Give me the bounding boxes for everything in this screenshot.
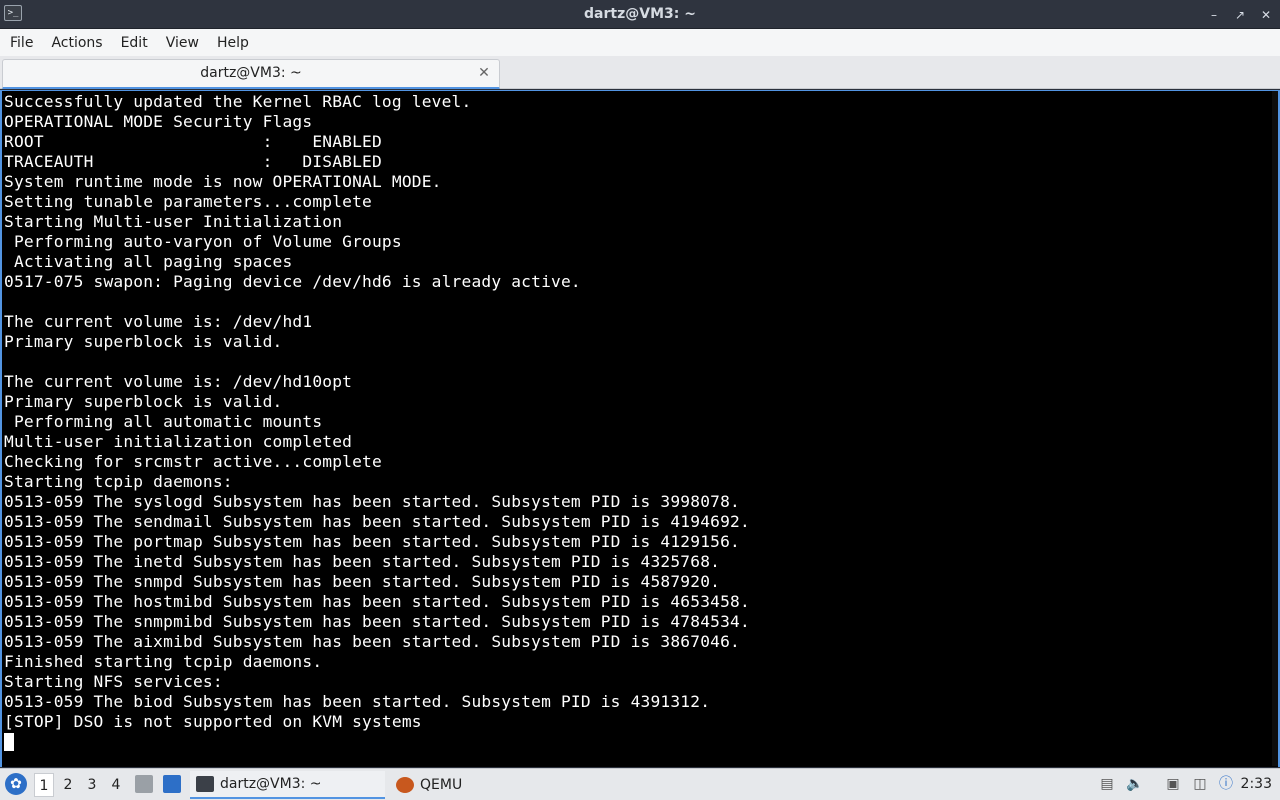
- terminal-line: TRACEAUTH : DISABLED: [4, 152, 382, 171]
- terminal-cursor: [4, 733, 14, 751]
- files-icon[interactable]: ▣: [1164, 774, 1182, 794]
- terminal-line: Performing auto-varyon of Volume Groups: [4, 232, 402, 251]
- workspace-1[interactable]: 1: [34, 773, 54, 797]
- terminal-line: Setting tunable parameters...complete: [4, 192, 372, 211]
- terminal-line: 0513-059 The portmap Subsystem has been …: [4, 532, 740, 551]
- terminal-line: OPERATIONAL MODE Security Flags: [4, 112, 313, 131]
- minimize-icon[interactable]: –: [1208, 9, 1220, 21]
- tab-close-icon[interactable]: ✕: [477, 66, 491, 80]
- terminal-line: Successfully updated the Kernel RBAC log…: [4, 92, 472, 111]
- show-desktop-icon[interactable]: [163, 775, 181, 793]
- terminal-line: 0513-059 The snmpd Subsystem has been st…: [4, 572, 721, 591]
- menu-help[interactable]: Help: [217, 35, 258, 51]
- menubar: File Actions Edit View Help: [0, 29, 1280, 56]
- task-terminal[interactable]: dartz@VM3: ~: [190, 771, 385, 799]
- terminal-line: The current volume is: /dev/hd1: [4, 312, 313, 331]
- terminal-line: Performing all automatic mounts: [4, 412, 323, 431]
- terminal-line: 0513-059 The inetd Subsystem has been st…: [4, 552, 721, 571]
- notification-icon[interactable]: ⓘ: [1217, 774, 1235, 794]
- task-terminal-label: dartz@VM3: ~: [220, 776, 322, 792]
- tab-terminal[interactable]: dartz@VM3: ~ ✕: [2, 59, 500, 89]
- terminal-line: 0513-059 The hostmibd Subsystem has been…: [4, 592, 750, 611]
- file-manager-icon[interactable]: [135, 775, 153, 793]
- terminal-line: System runtime mode is now OPERATIONAL M…: [4, 172, 442, 191]
- terminal-line: 0517-075 swapon: Paging device /dev/hd6 …: [4, 272, 581, 291]
- tab-bar: dartz@VM3: ~ ✕: [0, 56, 1280, 89]
- terminal-output[interactable]: Successfully updated the Kernel RBAC log…: [0, 90, 1280, 767]
- terminal-line: 0513-059 The biod Subsystem has been sta…: [4, 692, 711, 711]
- window-title: dartz@VM3: ~: [584, 6, 696, 22]
- taskbar: ✿ 1 2 3 4 dartz@VM3: ~ QEMU ▤ 🔈 ▣ ◫ ⓘ 2:…: [0, 768, 1280, 800]
- terminal-line: Activating all paging spaces: [4, 252, 293, 271]
- window-titlebar[interactable]: >_ dartz@VM3: ~ – ↗ ✕: [0, 0, 1280, 29]
- start-menu-icon[interactable]: ✿: [5, 773, 27, 795]
- terminal-line: Checking for srcmstr active...complete: [4, 452, 382, 471]
- menu-file[interactable]: File: [10, 35, 42, 51]
- terminal-line: 0513-059 The snmpmibd Subsystem has been…: [4, 612, 750, 631]
- terminal-line: ROOT : ENABLED: [4, 132, 382, 151]
- menu-actions[interactable]: Actions: [51, 35, 111, 51]
- terminal-line: Starting NFS services:: [4, 672, 223, 691]
- terminal-line: 0513-059 The sendmail Subsystem has been…: [4, 512, 750, 531]
- workspace-4[interactable]: 4: [106, 773, 126, 797]
- volume-icon[interactable]: 🔈: [1126, 774, 1144, 794]
- tab-label: dartz@VM3: ~: [200, 65, 302, 81]
- menu-view[interactable]: View: [166, 35, 208, 51]
- close-window-icon[interactable]: ✕: [1260, 9, 1272, 21]
- terminal-line: 0513-059 The syslogd Subsystem has been …: [4, 492, 740, 511]
- terminal-line: 0513-059 The aixmibd Subsystem has been …: [4, 632, 740, 651]
- task-qemu[interactable]: QEMU: [390, 771, 570, 799]
- terminal-line: Starting Multi-user Initialization: [4, 212, 343, 231]
- terminal-line: Multi-user initialization completed: [4, 432, 353, 451]
- terminal-text: Successfully updated the Kernel RBAC log…: [4, 92, 1264, 732]
- clock[interactable]: 2:33: [1241, 769, 1272, 800]
- maximize-icon[interactable]: ↗: [1234, 9, 1246, 21]
- terminal-line: The current volume is: /dev/hd10opt: [4, 372, 353, 391]
- terminal-icon: [196, 776, 214, 792]
- qemu-icon: [396, 777, 414, 793]
- terminal-line: Primary superblock is valid.: [4, 332, 283, 351]
- terminal-line: Primary superblock is valid.: [4, 392, 283, 411]
- terminal-line: Finished starting tcpip daemons.: [4, 652, 323, 671]
- task-qemu-label: QEMU: [420, 777, 463, 793]
- clipboard-icon[interactable]: ▤: [1098, 774, 1116, 794]
- terminal-line: [STOP] DSO is not supported on KVM syste…: [4, 712, 422, 731]
- workspace-2[interactable]: 2: [58, 773, 78, 797]
- terminal-line: Starting tcpip daemons:: [4, 472, 233, 491]
- network-icon[interactable]: ◫: [1191, 774, 1209, 794]
- workspace-3[interactable]: 3: [82, 773, 102, 797]
- menu-edit[interactable]: Edit: [121, 35, 157, 51]
- terminal-scrollbar[interactable]: [1272, 91, 1278, 766]
